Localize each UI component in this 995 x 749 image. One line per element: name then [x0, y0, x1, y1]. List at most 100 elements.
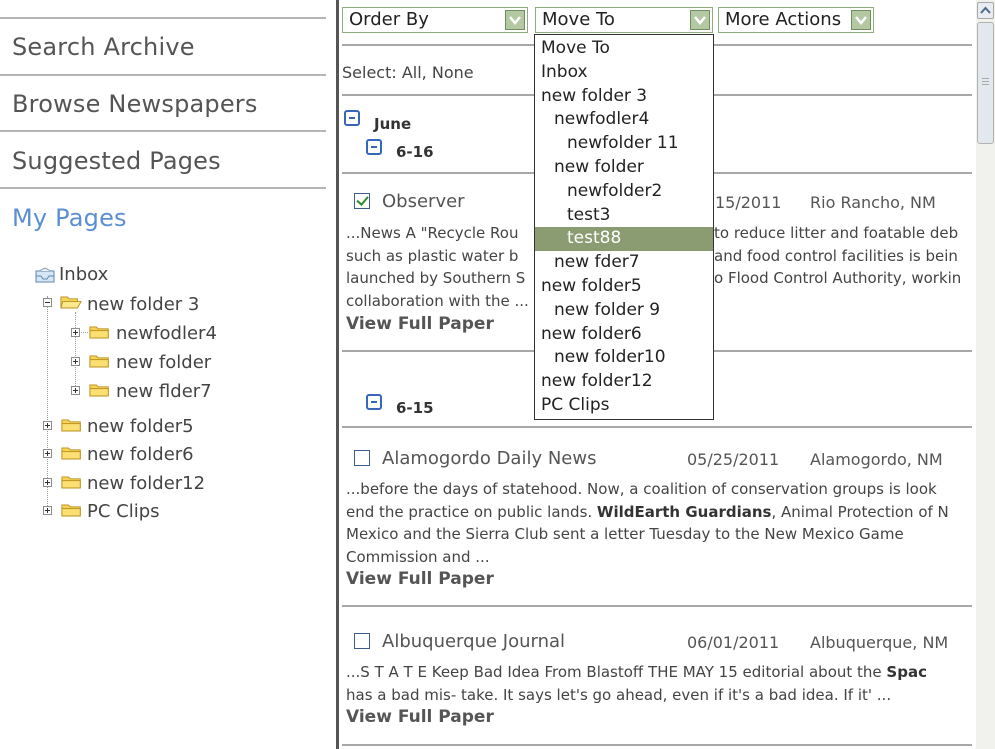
result-checkbox[interactable] — [354, 450, 370, 466]
dropdown-option-label: new folder12 — [541, 371, 653, 392]
dropdown-option[interactable]: test3 — [535, 204, 713, 228]
dropdown-option-label: new folder — [554, 157, 644, 177]
dropdown-option[interactable]: test88 — [535, 227, 713, 252]
select-all-none[interactable]: Select: All, None — [342, 63, 474, 82]
dropdown-option-label: Move To — [541, 38, 610, 58]
snippet-line: has a bad mis- take. It says let's go ah… — [346, 686, 892, 704]
dropdown-option[interactable]: new folder 3 — [535, 85, 713, 109]
select-value: More Actions — [725, 9, 842, 30]
expand-toggle-icon[interactable] — [71, 328, 80, 337]
tree-label: Inbox — [59, 264, 109, 285]
result-checkbox[interactable] — [354, 193, 370, 209]
divider — [342, 426, 972, 428]
snippet-highlight: Spac — [886, 663, 927, 681]
dropdown-option[interactable]: newfolder 11 — [535, 132, 713, 156]
snippet-line: ...S T A T E Keep Bad Idea From Blastoff… — [346, 662, 976, 683]
chevron-down-icon[interactable] — [690, 10, 710, 30]
nav-divider — [0, 74, 326, 76]
dropdown-option-label: new folder 3 — [541, 85, 648, 106]
chevron-down-icon[interactable] — [851, 10, 871, 30]
panel-divider — [336, 0, 339, 749]
move-to-select[interactable]: Move To — [535, 7, 713, 33]
view-full-paper-link[interactable]: View Full Paper — [346, 314, 494, 334]
nav-search-archive[interactable]: Search Archive — [12, 33, 326, 61]
dropdown-option[interactable]: newfolder2 — [535, 180, 713, 204]
group-day-label: 6-15 — [396, 399, 434, 417]
nav-divider — [0, 130, 326, 132]
tree-label: new flder7 — [116, 381, 212, 402]
dropdown-option[interactable]: new folder6 — [535, 323, 713, 347]
select-value: Move To — [542, 9, 615, 30]
dropdown-option[interactable]: Move To — [535, 37, 713, 61]
paper-title[interactable]: Observer — [382, 191, 465, 212]
view-full-paper-link[interactable]: View Full Paper — [346, 569, 494, 589]
dropdown-option[interactable]: Inbox — [535, 61, 713, 85]
paper-location: Alamogordo, NM — [810, 450, 943, 469]
dropdown-option[interactable]: new folder 9 — [535, 299, 713, 323]
dropdown-option-label: newfolder2 — [567, 180, 663, 201]
expand-toggle-icon[interactable] — [43, 449, 52, 458]
expand-toggle-icon[interactable] — [71, 386, 80, 395]
chevron-down-icon[interactable] — [505, 10, 525, 30]
tree-label: PC Clips — [87, 501, 160, 522]
scroll-up-icon[interactable] — [977, 2, 994, 19]
dropdown-option-label: new folder 9 — [554, 299, 661, 320]
paper-title[interactable]: Albuquerque Journal — [382, 631, 565, 652]
group-month-label: June — [374, 115, 412, 133]
dropdown-option[interactable]: new folder5 — [535, 275, 713, 299]
tree-label: new folder12 — [87, 473, 206, 494]
move-to-dropdown-list[interactable]: Move To Inbox new folder 3 newfodler4 newfol… — [534, 34, 714, 420]
dropdown-option[interactable]: new folder10 — [535, 346, 713, 370]
folder-icon — [61, 419, 81, 432]
tree-label: new folder 3 — [87, 294, 200, 315]
folder-icon — [61, 504, 81, 517]
more-actions-select[interactable]: More Actions — [718, 7, 874, 33]
folder-icon — [61, 476, 81, 489]
dropdown-option[interactable]: newfodler4 — [535, 108, 713, 132]
expand-toggle-icon[interactable] — [43, 421, 52, 430]
collapse-month-icon[interactable] — [344, 110, 360, 126]
paper-date: 06/01/2011 — [687, 633, 780, 652]
dropdown-option-label: test3 — [567, 204, 611, 225]
dropdown-option[interactable]: new folder — [535, 156, 713, 180]
dropdown-option[interactable]: new fder7 — [535, 251, 713, 275]
expand-toggle-icon[interactable] — [43, 478, 52, 487]
paper-title[interactable]: Alamogordo Daily News — [382, 448, 596, 469]
grip-icon — [982, 84, 989, 85]
expand-toggle-icon[interactable] — [43, 506, 52, 515]
snippet-line: Mexico and the Sierra Club sent a letter… — [346, 525, 904, 543]
tree-label: new folder5 — [87, 416, 194, 437]
nav-browse-newspapers[interactable]: Browse Newspapers — [12, 90, 326, 118]
group-day-label: 6-16 — [396, 143, 434, 161]
paper-date: 05/25/2011 — [687, 450, 780, 469]
snippet-line: such as plastic water b — [346, 247, 519, 265]
dropdown-option-label: test88 — [567, 228, 622, 249]
expand-toggle-icon[interactable] — [71, 357, 80, 366]
dropdown-option[interactable]: new folder12 — [535, 370, 713, 394]
view-full-paper-link[interactable]: View Full Paper — [346, 707, 494, 727]
inbox-icon — [35, 267, 55, 283]
scroll-thumb[interactable] — [977, 22, 994, 144]
dropdown-option[interactable]: PC Clips — [535, 394, 713, 418]
divider — [342, 605, 972, 607]
dropdown-option-label: new folder6 — [541, 323, 642, 344]
folder-icon — [61, 447, 81, 460]
collapse-day-icon[interactable] — [366, 139, 382, 155]
tree-label: new folder6 — [87, 444, 194, 465]
snippet-text: , Animal Protection of N — [771, 503, 949, 521]
left-panel: Search Archive Browse Newspapers Suggest… — [0, 0, 326, 749]
divider — [342, 744, 972, 746]
snippet-line: and food control facilities is bein — [714, 247, 958, 265]
tree-label: newfodler4 — [116, 323, 217, 344]
order-by-select[interactable]: Order By — [342, 7, 528, 33]
grip-icon — [982, 81, 989, 82]
snippet-line: end the practice on public lands. WildEa… — [346, 502, 976, 523]
nav-suggested-pages[interactable]: Suggested Pages — [12, 147, 326, 175]
nav-divider — [0, 17, 326, 19]
result-checkbox[interactable] — [354, 633, 370, 649]
paper-date: 15/2011 — [715, 193, 782, 212]
collapse-day-icon[interactable] — [366, 394, 382, 410]
nav-my-pages[interactable]: My Pages — [12, 204, 326, 232]
dropdown-option-label: new fder7 — [554, 252, 640, 273]
collapse-toggle-icon[interactable] — [43, 298, 52, 307]
